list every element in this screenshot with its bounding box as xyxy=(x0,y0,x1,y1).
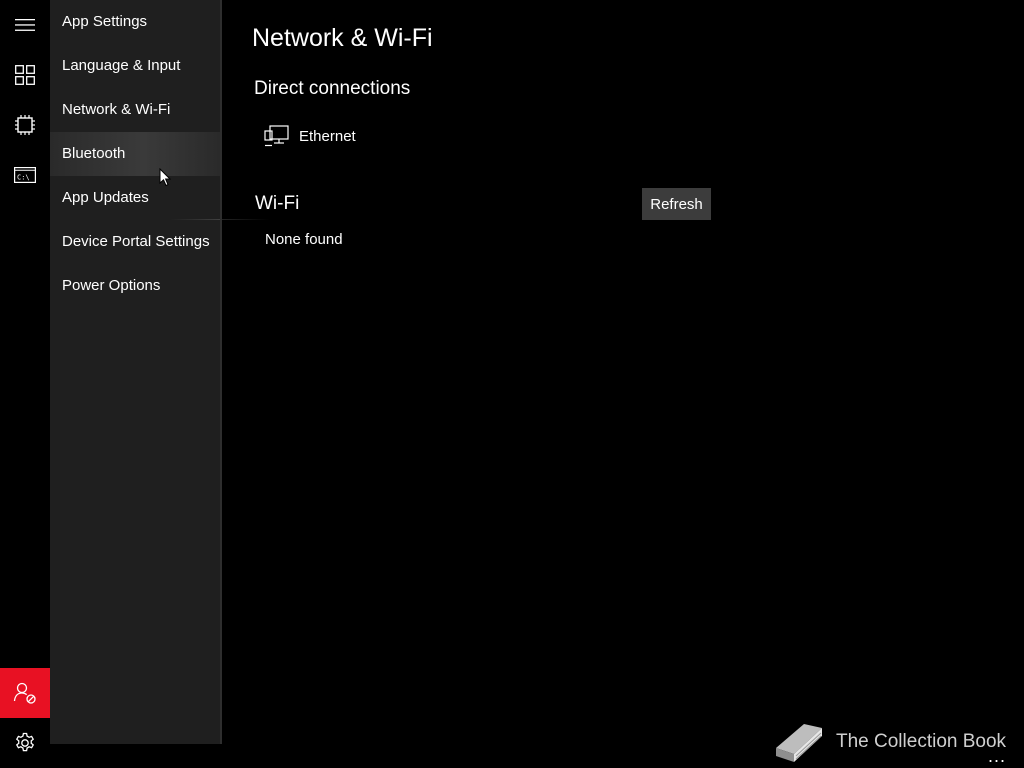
menu-pane-divider xyxy=(220,0,222,744)
menu-item-language-input[interactable]: Language & Input xyxy=(50,44,220,88)
left-rail: C:\ xyxy=(0,0,50,768)
menu-item-app-updates[interactable]: App Updates xyxy=(50,176,220,220)
settings-button[interactable] xyxy=(0,718,50,768)
settings-menu: App Settings Language & Input Network & … xyxy=(50,0,270,744)
user-blocked-icon xyxy=(13,682,36,704)
watermark-text: The Collection Book xyxy=(836,731,1007,752)
apps-grid-icon xyxy=(15,65,35,85)
processor-icon xyxy=(15,115,35,135)
menu-item-power-options[interactable]: Power Options xyxy=(50,264,220,308)
command-prompt-icon: C:\ xyxy=(14,167,36,183)
gear-icon xyxy=(15,732,35,752)
svg-text:C:\: C:\ xyxy=(17,174,30,182)
book-icon xyxy=(776,724,822,762)
watermark: The Collection Book xyxy=(772,718,1006,766)
more-options-button[interactable]: ... xyxy=(988,746,1006,767)
wifi-status-text: None found xyxy=(265,231,343,248)
ethernet-label: Ethernet xyxy=(299,127,356,145)
mouse-cursor-icon xyxy=(159,168,171,187)
user-account-button[interactable] xyxy=(0,668,50,718)
refresh-button[interactable]: Refresh xyxy=(642,188,711,220)
menu-item-app-settings[interactable]: App Settings xyxy=(50,0,220,44)
direct-connections-heading: Direct connections xyxy=(254,78,411,99)
ethernet-icon xyxy=(264,125,289,147)
wifi-heading: Wi-Fi xyxy=(255,193,300,214)
menu-item-device-portal-settings[interactable]: Device Portal Settings xyxy=(50,220,220,264)
menu-item-network-wifi[interactable]: Network & Wi-Fi xyxy=(50,88,220,132)
page-title: Network & Wi-Fi xyxy=(252,24,433,52)
hamburger-button[interactable] xyxy=(0,0,50,50)
processor-button[interactable] xyxy=(0,100,50,150)
device-info-button[interactable] xyxy=(0,50,50,100)
hamburger-icon xyxy=(15,19,35,31)
command-line-button[interactable]: C:\ xyxy=(0,150,50,200)
ethernet-connection-item[interactable]: Ethernet xyxy=(264,122,356,150)
menu-item-bluetooth[interactable]: Bluetooth xyxy=(50,132,220,176)
